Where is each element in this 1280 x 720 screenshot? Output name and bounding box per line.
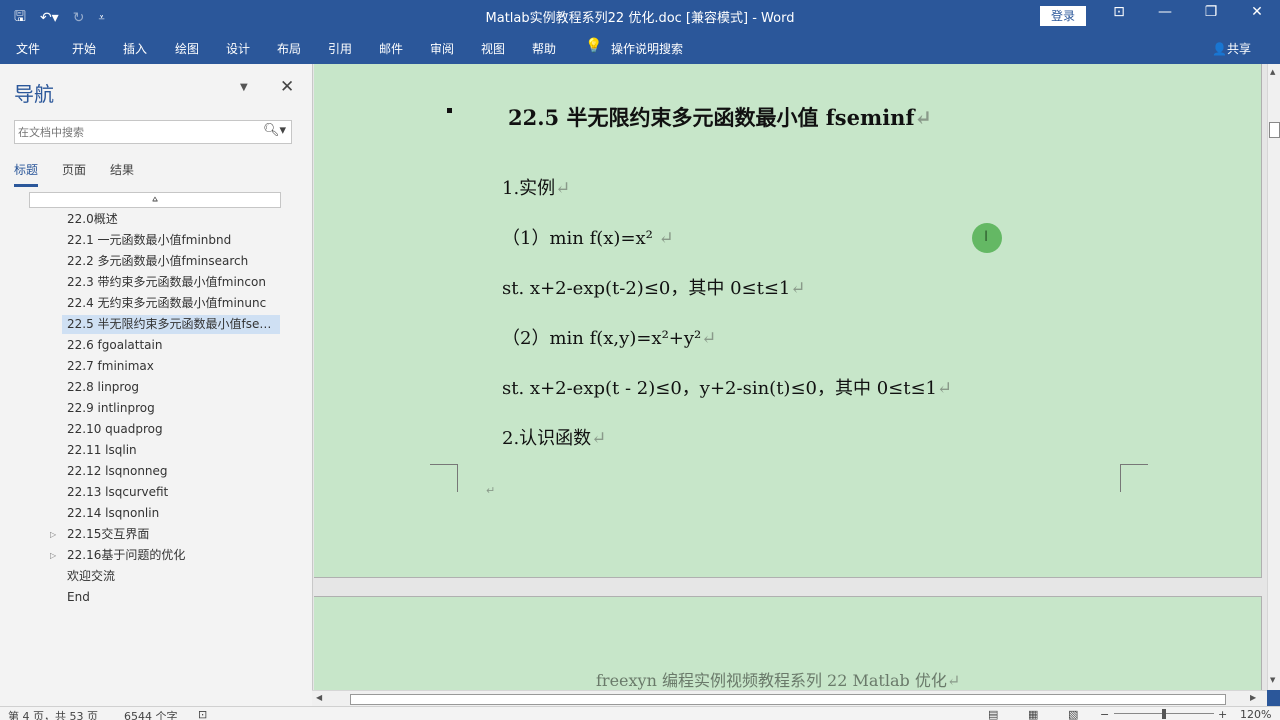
person-icon: 👤 (1212, 42, 1227, 56)
tab-review[interactable]: 审阅 (430, 40, 454, 57)
heading-item[interactable]: End (62, 588, 280, 607)
collapse-heading-button[interactable]: ⩠ (29, 192, 281, 208)
heading-item[interactable]: 22.15交互界面 (62, 525, 280, 544)
close-icon[interactable]: ✕ (1247, 4, 1267, 20)
text-cursor-icon: I (984, 229, 989, 245)
heading-item[interactable]: 22.16基于问题的优化 (62, 546, 280, 565)
heading-item[interactable]: 22.3 带约束多元函数最小值fmincon (62, 273, 280, 292)
heading-item[interactable]: 22.8 linprog (62, 378, 280, 397)
document-area[interactable]: 22.5 半无限约束多元函数最小值 fseminf↵ 1.实例↵ （1）min … (312, 64, 1267, 690)
scroll-down-icon[interactable]: ▼ (1270, 676, 1275, 684)
tell-me-search[interactable]: 操作说明搜索 (611, 40, 683, 57)
scroll-thumb[interactable] (350, 694, 1226, 705)
heading-item[interactable]: 22.6 fgoalattain (62, 336, 280, 355)
nav-search-box[interactable]: 🔍︎▾ (14, 120, 292, 144)
heading-item[interactable]: 22.7 fminimax (62, 357, 280, 376)
print-layout-icon[interactable]: ▦ (1028, 708, 1038, 720)
document-page[interactable]: freexyn 编程实例视频教程系列 22 Matlab 优化↵ (314, 596, 1262, 690)
body-line[interactable]: （2）min f(x,y)=x²+y²↵ (502, 324, 716, 350)
tab-results[interactable]: 结果 (110, 161, 134, 187)
ribbon-display-icon[interactable]: ⊡ (1109, 4, 1129, 20)
scroll-right-icon[interactable]: ▶ (1250, 693, 1256, 702)
tab-home[interactable]: 开始 (72, 40, 96, 57)
tab-pages[interactable]: 页面 (62, 161, 86, 187)
document-page[interactable]: 22.5 半无限约束多元函数最小值 fseminf↵ 1.实例↵ （1）min … (314, 64, 1262, 578)
share-button[interactable]: 👤共享 (1212, 40, 1251, 57)
heading-item[interactable]: 22.12 lsqnonneg (62, 462, 280, 481)
list-bullet (447, 108, 452, 113)
lightbulb-icon: 💡 (585, 38, 603, 54)
tab-insert[interactable]: 插入 (123, 40, 147, 57)
zoom-in-icon[interactable]: + (1218, 708, 1227, 720)
margin-corner-mark (430, 464, 458, 492)
ribbon-tabs: 文件 开始 插入 绘图 设计 布局 引用 邮件 审阅 视图 帮助 💡 操作说明搜… (0, 32, 1280, 64)
search-icon[interactable]: 🔍︎▾ (263, 123, 286, 138)
expand-arrow-icon[interactable]: ▷ (50, 525, 56, 544)
body-line[interactable]: （1）min f(x)=x² ↵ (502, 224, 674, 250)
scroll-up-icon[interactable]: ▲ (1270, 68, 1275, 76)
nav-pane-title: 导航 (14, 82, 54, 106)
heading-item-selected[interactable]: 22.5 半无限约束多元函数最小值fseminf (62, 315, 280, 334)
document-title: Matlab实例教程系列22 优化.doc [兼容模式] - Word (485, 11, 795, 26)
title-bar: 🖫 ↶▾ ↻ ⩡ Matlab实例教程系列22 优化.doc [兼容模式] - … (0, 0, 1280, 32)
page-footer[interactable]: freexyn 编程实例视频教程系列 22 Matlab 优化↵ (596, 667, 960, 690)
heading-item[interactable]: 22.0概述 (62, 210, 280, 229)
tab-design[interactable]: 设计 (226, 40, 250, 57)
heading-item[interactable]: 22.4 无约束多元函数最小值fminunc (62, 294, 280, 313)
heading-item[interactable]: 22.1 一元函数最小值fminbnd (62, 231, 280, 250)
close-icon[interactable]: ✕ (280, 77, 294, 97)
heading-item[interactable]: 22.10 quadprog (62, 420, 280, 439)
paragraph-mark: ↵ (914, 105, 933, 130)
tab-headings[interactable]: 标题 (14, 161, 39, 187)
nav-tabs: 标题 页面 结果 (14, 161, 158, 187)
body-line[interactable]: 1.实例↵ (502, 174, 570, 200)
status-bar: 第 4 页，共 53 页 6544 个字 ⊡ ▤ ▦ ▧ − + 120% (0, 706, 1280, 720)
tab-draw[interactable]: 绘图 (175, 40, 199, 57)
tab-help[interactable]: 帮助 (532, 40, 556, 57)
zoom-slider-thumb[interactable] (1162, 709, 1166, 719)
zoom-out-icon[interactable]: − (1100, 708, 1109, 720)
margin-corner-mark (1120, 464, 1148, 492)
tab-view[interactable]: 视图 (481, 40, 505, 57)
body-line[interactable]: st. x+2-exp(t-2)≤0，其中 0≤t≤1↵ (502, 274, 805, 300)
web-layout-icon[interactable]: ▧ (1068, 708, 1078, 720)
heading-item[interactable]: 欢迎交流 (62, 567, 280, 586)
minimize-icon[interactable]: — (1155, 4, 1175, 20)
word-count[interactable]: 6544 个字 (124, 708, 178, 720)
chevron-down-icon[interactable]: ▼ (240, 82, 248, 93)
paragraph-mark: ↵ (486, 484, 496, 497)
tab-file[interactable]: 文件 (16, 40, 40, 57)
tab-layout[interactable]: 布局 (277, 40, 301, 57)
login-button[interactable]: 登录 (1040, 6, 1086, 26)
heading-item[interactable]: 22.11 lsqlin (62, 441, 280, 460)
share-label: 共享 (1226, 42, 1251, 56)
scroll-left-icon[interactable]: ◀ (316, 693, 322, 702)
vertical-scrollbar[interactable]: ▲ ▼ (1267, 64, 1280, 690)
tab-references[interactable]: 引用 (328, 40, 352, 57)
proofing-icon[interactable]: ⊡ (198, 708, 207, 720)
restore-icon[interactable]: ❐ (1201, 4, 1221, 20)
zoom-level[interactable]: 120% (1240, 708, 1271, 720)
body-line[interactable]: st. x+2-exp(t - 2)≤0，y+2-sin(t)≤0，其中 0≤t… (502, 374, 952, 400)
navigation-pane: 导航 ▼ ✕ 🔍︎▾ 标题 页面 结果 ⩠ 22.0概述 22.1 一元函数最小… (0, 64, 312, 706)
horizontal-scrollbar[interactable]: ◀ ▶ (312, 690, 1267, 706)
body-line[interactable]: 2.认识函数↵ (502, 424, 606, 450)
heading-item[interactable]: 22.14 lsqnonlin (62, 504, 280, 523)
tab-mailings[interactable]: 邮件 (379, 40, 403, 57)
heading-item[interactable]: 22.2 多元函数最小值fminsearch (62, 252, 280, 271)
read-mode-icon[interactable]: ▤ (988, 708, 998, 720)
scroll-thumb[interactable] (1269, 122, 1280, 138)
section-heading[interactable]: 22.5 半无限约束多元函数最小值 fseminf↵ (508, 102, 932, 132)
expand-arrow-icon[interactable]: ▷ (50, 546, 56, 565)
heading-item[interactable]: 22.13 lsqcurvefit (62, 483, 280, 502)
search-input[interactable] (15, 121, 255, 143)
page-count[interactable]: 第 4 页，共 53 页 (8, 708, 98, 720)
heading-item[interactable]: 22.9 intlinprog (62, 399, 280, 418)
